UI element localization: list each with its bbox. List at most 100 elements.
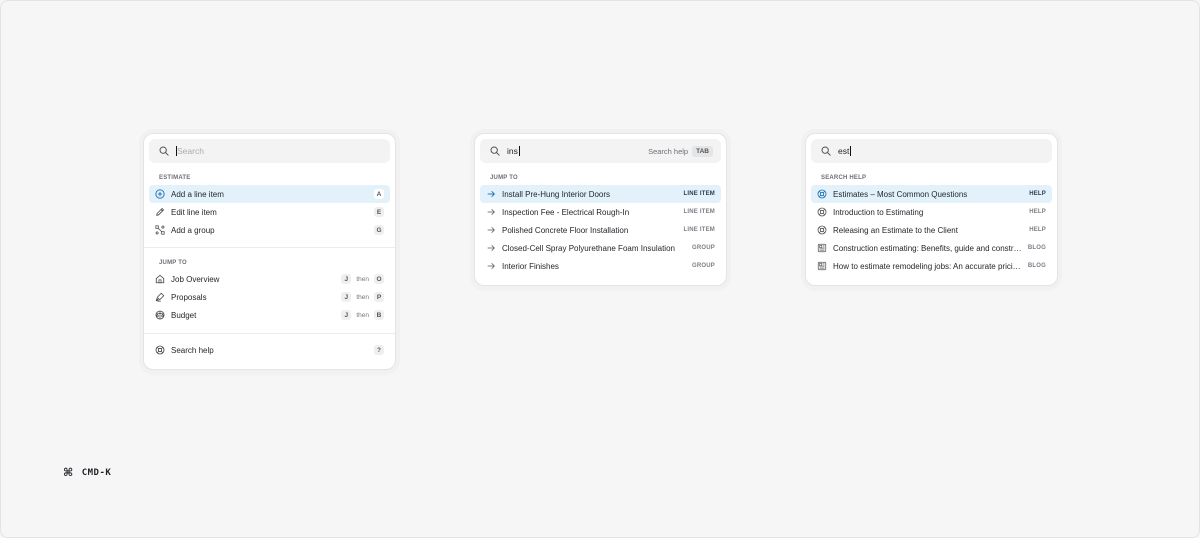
lifebuoy-icon: [155, 345, 165, 355]
command-label: Budget: [171, 310, 197, 320]
newspaper-icon: [817, 243, 827, 253]
result-label: Construction estimating: Benefits, guide…: [833, 243, 1022, 253]
tab-key-badge: TAB: [692, 145, 713, 157]
section-label: JUMP TO: [159, 260, 187, 266]
arrow-right-icon: [486, 225, 496, 235]
help-result-item[interactable]: Introduction to Estimating HELP: [811, 203, 1052, 221]
result-item[interactable]: Inspection Fee - Electrical Rough-In LIN…: [480, 203, 721, 221]
result-label: How to estimate remodeling jobs: An accu…: [833, 261, 1022, 271]
section-label: JUMP TO: [490, 175, 518, 181]
shortcut-then: then: [356, 275, 369, 283]
search-input[interactable]: est: [811, 139, 1052, 163]
newspaper-icon: [817, 261, 827, 271]
result-label: Polished Concrete Floor Installation: [502, 225, 629, 235]
lifebuoy-icon: [817, 189, 827, 199]
command-label: Proposals: [171, 292, 207, 302]
shortcut-then: then: [356, 293, 369, 301]
command-label: Add a group: [171, 225, 215, 235]
search-value: ins: [507, 146, 518, 156]
search-icon: [490, 146, 500, 156]
blog-result-item[interactable]: Construction estimating: Benefits, guide…: [811, 239, 1052, 257]
command-add-line-item[interactable]: Add a line item A: [149, 185, 390, 203]
pen-nib-icon: [155, 292, 165, 302]
help-result-item[interactable]: Estimates – Most Common Questions HELP: [811, 185, 1052, 203]
command-job-overview[interactable]: Job Overview J then O: [149, 270, 390, 288]
result-type-tag: HELP: [1029, 191, 1046, 197]
shortcut-then: then: [356, 311, 369, 319]
result-type-tag: LINE ITEM: [683, 209, 715, 215]
search-help-section: SEARCH HELP Estimates – Most Common Ques…: [811, 163, 1052, 280]
shortcut-key: G: [374, 225, 384, 235]
command-label: Job Overview: [171, 274, 220, 284]
result-item[interactable]: Install Pre-Hung Interior Doors LINE ITE…: [480, 185, 721, 203]
command-palette-query-est: est SEARCH HELP Estimates – Most Common …: [805, 133, 1058, 286]
command-palette-query-ins: ins Search help TAB JUMP TO Install Pre-…: [474, 133, 727, 286]
command-label: Add a line item: [171, 189, 224, 199]
group-icon: [155, 225, 165, 235]
shortcut-key: ?: [374, 345, 384, 355]
result-item[interactable]: Closed-Cell Spray Polyurethane Foam Insu…: [480, 239, 721, 257]
result-type-tag: GROUP: [691, 245, 715, 251]
search-value: est: [838, 146, 850, 156]
result-label: Estimates – Most Common Questions: [833, 189, 968, 199]
result-type-tag: LINE ITEM: [683, 191, 715, 197]
result-label: Introduction to Estimating: [833, 207, 924, 217]
result-label: Inspection Fee - Electrical Rough-In: [502, 207, 630, 217]
section-label: SEARCH HELP: [821, 175, 867, 181]
arrow-right-icon: [486, 207, 496, 217]
lifebuoy-icon: [817, 225, 827, 235]
jump-to-section: JUMP TO Job Overview J then O Proposals …: [149, 254, 390, 324]
blog-result-item[interactable]: How to estimate remodeling jobs: An accu…: [811, 257, 1052, 275]
search-icon: [821, 146, 831, 156]
command-edit-line-item[interactable]: Edit line item E: [149, 203, 390, 221]
command-palette-default: Search ESTIMATE Add a line item A Edit l…: [143, 133, 396, 370]
plus-circle-icon: [155, 189, 165, 199]
command-search-help[interactable]: Search help ?: [149, 341, 390, 359]
text-caret: [518, 146, 520, 156]
result-type-tag: HELP: [1029, 227, 1046, 233]
result-type-tag: HELP: [1029, 209, 1046, 215]
command-proposals[interactable]: Proposals J then P: [149, 288, 390, 306]
shortcut-key: E: [374, 207, 384, 217]
command-budget[interactable]: Budget J then B: [149, 306, 390, 324]
result-label: Releasing an Estimate to the Client: [833, 225, 958, 235]
search-input[interactable]: Search: [149, 139, 390, 163]
result-label: Interior Finishes: [502, 261, 559, 271]
cmd-k-text: CMD-K: [81, 467, 112, 478]
search-placeholder: Search: [177, 146, 204, 156]
scale-icon: [155, 310, 165, 320]
section-label: ESTIMATE: [159, 175, 191, 181]
result-label: Closed-Cell Spray Polyurethane Foam Insu…: [502, 243, 675, 253]
search-icon: [159, 146, 169, 156]
result-item[interactable]: Interior Finishes GROUP: [480, 257, 721, 275]
arrow-right-icon: [486, 243, 496, 253]
result-type-tag: BLOG: [1027, 245, 1046, 251]
command-icon: ⌘: [63, 466, 74, 479]
shortcut-key: A: [374, 189, 384, 199]
command-label: Edit line item: [171, 207, 217, 217]
search-help-hint: Search help: [648, 146, 689, 156]
help-result-item[interactable]: Releasing an Estimate to the Client HELP: [811, 221, 1052, 239]
divider: [144, 333, 395, 334]
search-input[interactable]: ins Search help TAB: [480, 139, 721, 163]
divider: [144, 247, 395, 248]
result-type-tag: BLOG: [1027, 263, 1046, 269]
shortcut-key: O: [374, 274, 384, 284]
shortcut-key: P: [374, 292, 384, 302]
jump-to-section: JUMP TO Install Pre-Hung Interior Doors …: [480, 163, 721, 280]
result-item[interactable]: Polished Concrete Floor Installation LIN…: [480, 221, 721, 239]
text-caret: [850, 146, 852, 156]
result-label: Install Pre-Hung Interior Doors: [502, 189, 611, 199]
shortcut-key: J: [341, 274, 352, 284]
arrow-right-icon: [486, 189, 496, 199]
pencil-icon: [155, 207, 165, 217]
lifebuoy-icon: [817, 207, 827, 217]
shortcut-key: J: [341, 292, 352, 302]
shortcut-key: J: [341, 310, 352, 320]
shortcut-key: B: [374, 310, 384, 320]
estimate-section: ESTIMATE Add a line item A Edit line ite…: [149, 163, 390, 239]
result-type-tag: LINE ITEM: [683, 227, 715, 233]
home-icon: [155, 274, 165, 284]
cmd-k-label: ⌘ CMD-K: [63, 466, 111, 479]
command-add-group[interactable]: Add a group G: [149, 221, 390, 239]
